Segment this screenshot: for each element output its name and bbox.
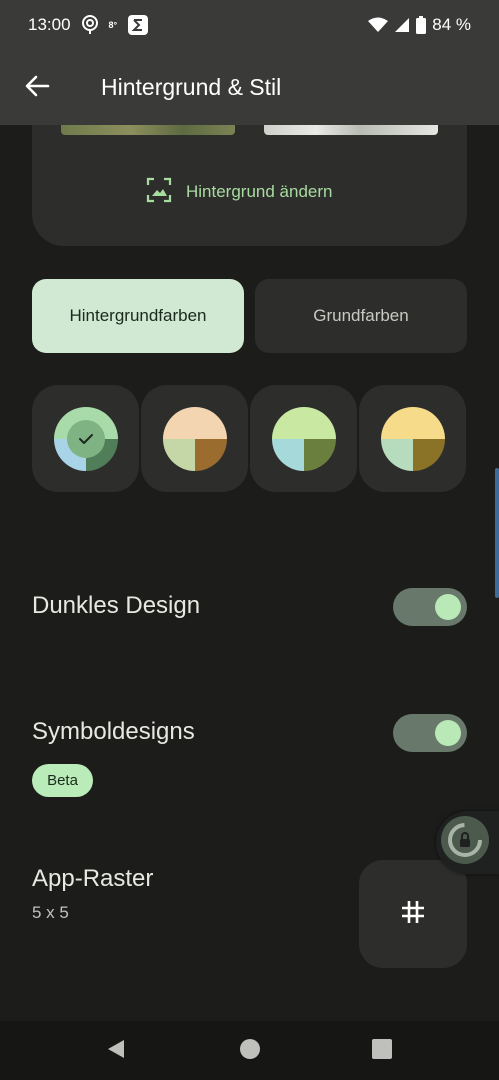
nav-recents-button[interactable] xyxy=(368,1037,396,1065)
arrow-back-icon xyxy=(24,75,50,102)
color-option-1[interactable] xyxy=(32,385,139,492)
color-option-2[interactable] xyxy=(141,385,248,492)
status-bar: 13:00 8° 84 % xyxy=(0,0,499,50)
themed-icons-toggle[interactable] xyxy=(393,714,467,752)
color-option-1-preview xyxy=(53,406,118,471)
color-option-2-preview xyxy=(162,406,227,471)
home-circle-icon xyxy=(239,1038,261,1065)
nav-back-button[interactable] xyxy=(102,1037,130,1065)
recents-square-icon xyxy=(372,1038,392,1064)
back-triangle-icon xyxy=(106,1038,126,1065)
app-grid-button[interactable] xyxy=(359,860,467,968)
beta-badge: Beta xyxy=(32,764,93,797)
toggle-knob xyxy=(435,720,461,746)
app-bar: Hintergrund & Stil xyxy=(0,50,499,125)
tab-wallpaper-colors[interactable]: Hintergrundfarben xyxy=(32,279,244,353)
scrollbar[interactable] xyxy=(495,468,499,598)
themed-icons-label: Symboldesigns xyxy=(32,718,195,745)
location-ring-icon xyxy=(81,15,99,35)
change-wallpaper-label: Hintergrund ändern xyxy=(186,182,333,201)
navigation-bar xyxy=(0,1021,499,1080)
grid-hash-icon xyxy=(399,898,427,931)
change-wallpaper-button[interactable]: Hintergrund ändern xyxy=(146,177,333,208)
battery-icon xyxy=(416,16,427,34)
nav-home-button[interactable] xyxy=(236,1037,264,1065)
lock-icon xyxy=(440,815,490,870)
color-option-3[interactable] xyxy=(250,385,357,492)
toggle-knob xyxy=(435,594,461,620)
signal-icon xyxy=(394,17,410,33)
color-option-3-preview xyxy=(271,406,336,471)
status-time: 13:00 xyxy=(28,15,71,34)
floating-screen-lock-bubble[interactable] xyxy=(436,811,499,874)
dark-theme-toggle[interactable] xyxy=(393,588,467,626)
status-temperature: 8° xyxy=(108,20,118,30)
page-title: Hintergrund & Stil xyxy=(101,74,282,100)
wallpaper-icon xyxy=(146,177,172,208)
back-button[interactable] xyxy=(22,73,52,103)
tab-basic-colors[interactable]: Grundfarben xyxy=(255,279,467,353)
sigma-app-icon xyxy=(127,14,149,36)
wifi-icon xyxy=(368,17,389,33)
app-grid-label[interactable]: App-Raster xyxy=(32,865,153,893)
app-grid-value: 5 x 5 xyxy=(32,903,69,922)
color-option-4-preview xyxy=(380,406,445,471)
color-option-4[interactable] xyxy=(359,385,466,492)
dark-theme-label: Dunkles Design xyxy=(32,592,201,619)
battery-percent: 84 % xyxy=(432,15,471,34)
